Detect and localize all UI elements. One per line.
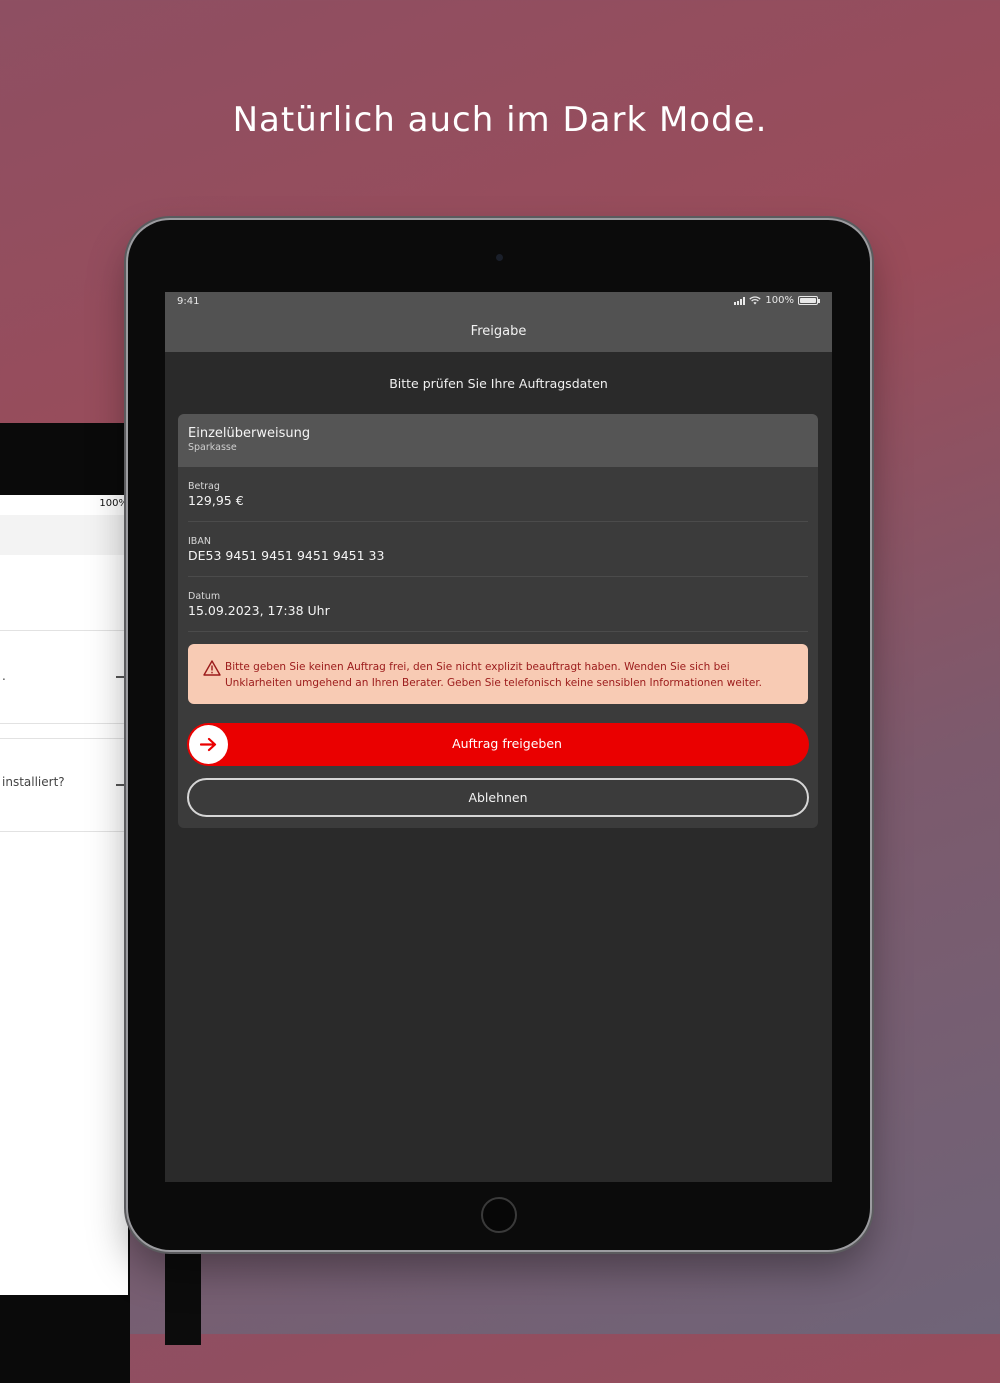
signal-icon [734,296,746,305]
home-button[interactable] [481,1197,517,1233]
instruction-text: Bitte prüfen Sie Ihre Auftragsdaten [389,376,608,391]
battery-percentage: 100% [765,295,794,306]
background-list-item: . [0,630,128,724]
approve-button-label: Auftrag freigeben [452,736,562,751]
background-list-item: installiert? [0,738,128,832]
status-indicators: 100% [734,295,820,306]
background-battery-text: 100% [99,498,128,509]
iban-field: IBAN DE53 9451 9451 9451 9451 33 [188,522,808,577]
warning-banner: Bitte geben Sie keinen Auftrag frei, den… [188,644,808,704]
background-status-bar: 100% [0,495,128,515]
approve-order-button[interactable]: Auftrag freigeben [187,723,809,766]
wifi-icon [749,296,762,305]
background-device-edge [165,1245,201,1345]
background-device-screen [0,495,128,1295]
background-list-item-text: . [2,669,6,683]
camera-icon [496,254,503,261]
warning-text: Bitte geben Sie keinen Auftrag frei, den… [225,661,763,689]
status-time: 9:41 [177,296,200,307]
amount-field: Betrag 129,95 € [188,467,808,522]
app-screen: 9:41 100% Freigabe Bitte prüfen Sie Ihre… [165,292,832,1182]
order-card: Einzelüberweisung Sparkasse Betrag 129,9… [178,414,818,828]
order-card-header: Einzelüberweisung Sparkasse [178,414,818,467]
order-type: Einzelüberweisung [188,426,311,441]
nav-bar: Freigabe [165,312,832,352]
status-bar: 9:41 100% [165,292,832,312]
headline: Natürlich auch im Dark Mode. [232,100,768,140]
field-value: 129,95 € [188,493,244,508]
page-title: Freigabe [470,324,527,339]
field-value: 15.09.2023, 17:38 Uhr [188,603,330,618]
minus-icon [116,784,126,786]
warning-triangle-icon [203,660,221,676]
field-label: Betrag [188,481,220,492]
reject-button[interactable]: Ablehnen [187,778,809,817]
field-value: DE53 9451 9451 9451 9451 33 [188,548,385,563]
background-list-item-text: installiert? [2,775,65,789]
tablet-frame: 9:41 100% Freigabe Bitte prüfen Sie Ihre… [128,220,870,1250]
field-label: IBAN [188,536,211,547]
field-label: Datum [188,591,221,602]
battery-icon [798,296,820,305]
order-bank: Sparkasse [188,442,237,453]
minus-icon [116,676,126,678]
date-field: Datum 15.09.2023, 17:38 Uhr [188,577,808,632]
background-nav-bar [0,515,128,555]
